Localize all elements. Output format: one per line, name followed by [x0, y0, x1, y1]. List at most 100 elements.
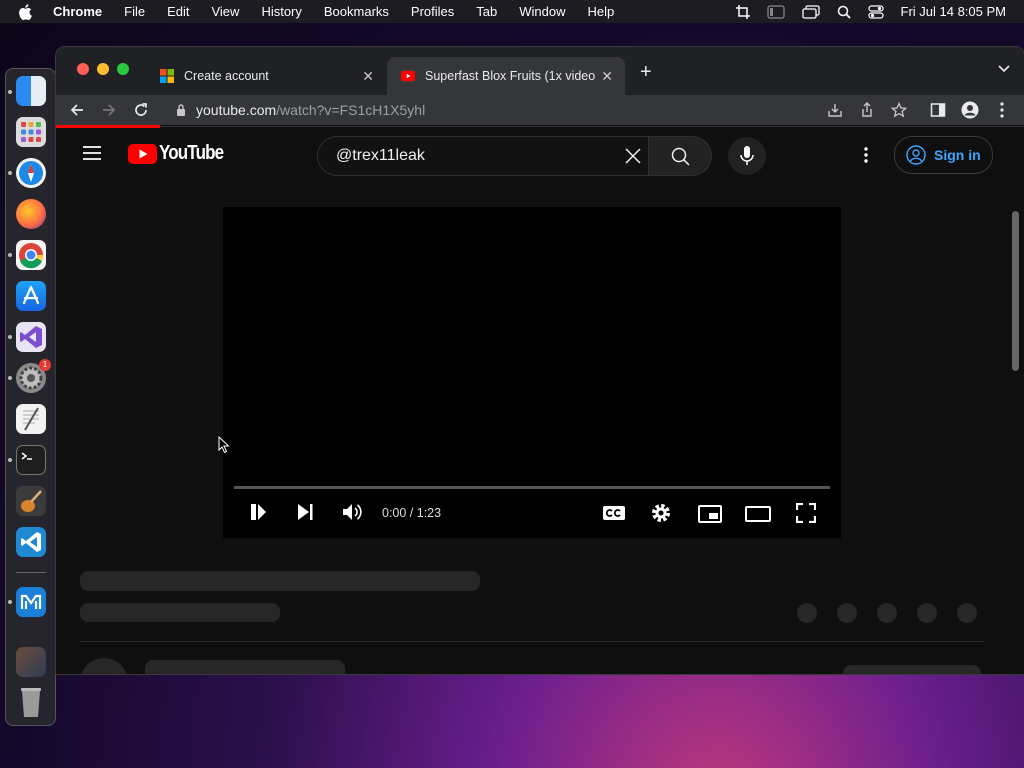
safari-icon[interactable]	[16, 158, 46, 188]
dock-running-indicator	[8, 376, 12, 380]
install-app-icon[interactable]	[827, 102, 843, 118]
hamburger-menu-icon[interactable]	[83, 146, 101, 160]
menu-history[interactable]: History	[261, 4, 301, 19]
title-placeholder	[80, 571, 480, 591]
visual-studio-icon[interactable]	[16, 322, 46, 352]
forward-arrow-icon[interactable]	[101, 102, 117, 118]
control-center-icon[interactable]	[867, 4, 884, 19]
fullscreen-icon[interactable]	[796, 503, 816, 523]
subtitle-placeholder	[80, 603, 280, 622]
firefox-icon[interactable]	[16, 199, 46, 229]
volume-icon[interactable]	[342, 503, 362, 521]
minimize-window-button[interactable]	[97, 63, 109, 75]
crop-icon[interactable]	[735, 4, 750, 19]
finder-icon[interactable]	[16, 76, 46, 106]
side-panel-icon[interactable]	[930, 102, 946, 118]
settings-gear-icon[interactable]	[651, 503, 671, 523]
menu-profiles[interactable]: Profiles	[411, 4, 454, 19]
vscode-icon[interactable]	[16, 527, 46, 557]
search-icon	[671, 147, 690, 166]
next-video-icon[interactable]	[296, 503, 314, 521]
tab-youtube-video[interactable]: Superfast Blox Fruits (1x video ✕	[387, 57, 625, 95]
dock-running-indicator	[8, 335, 12, 339]
maxthon-icon[interactable]	[16, 587, 46, 617]
tab-strip: Create account ✕ Superfast Blox Fruits (…	[56, 47, 1024, 95]
back-arrow-icon[interactable]	[69, 102, 85, 118]
mouse-cursor-icon	[218, 436, 230, 454]
textedit-icon[interactable]	[16, 404, 46, 434]
lock-icon[interactable]	[176, 104, 186, 116]
reload-icon[interactable]	[133, 102, 149, 118]
menu-edit[interactable]: Edit	[167, 4, 189, 19]
address-bar[interactable]: youtube.com/watch?v=FS1cH1X5yhl	[164, 95, 914, 125]
youtube-logo[interactable]: YouTube	[128, 142, 235, 165]
dock: 1	[5, 68, 56, 726]
tab-create-account[interactable]: Create account ✕	[146, 57, 386, 95]
launchpad-icon[interactable]	[16, 117, 46, 147]
notification-badge: 1	[39, 359, 51, 371]
content-divider	[80, 641, 985, 642]
microphone-icon	[740, 146, 754, 165]
theater-mode-icon[interactable]	[745, 506, 771, 522]
dock-running-indicator	[8, 253, 12, 257]
youtube-favicon-icon	[401, 70, 415, 82]
voice-search-button[interactable]	[728, 137, 766, 175]
action-placeholder	[957, 603, 977, 623]
search-button[interactable]	[648, 136, 712, 176]
miniplayer-icon[interactable]	[698, 505, 722, 523]
tab-close-button[interactable]: ✕	[362, 68, 374, 85]
sign-in-label: Sign in	[934, 147, 981, 163]
trash-icon[interactable]	[16, 685, 46, 717]
close-window-button[interactable]	[77, 63, 89, 75]
microsoft-icon	[160, 69, 174, 83]
sign-in-button[interactable]: Sign in	[894, 136, 993, 174]
menu-app-name[interactable]: Chrome	[53, 4, 102, 19]
menu-bar: Chrome File Edit View History Bookmarks …	[0, 0, 1024, 23]
chrome-icon[interactable]	[16, 240, 46, 270]
apple-icon[interactable]	[18, 3, 32, 20]
menu-window[interactable]: Window	[519, 4, 565, 19]
profile-avatar-icon[interactable]	[961, 101, 979, 119]
menu-bookmarks[interactable]: Bookmarks	[324, 4, 389, 19]
new-tab-button[interactable]: +	[640, 61, 652, 84]
page-scrollbar[interactable]	[1012, 211, 1019, 371]
search-input[interactable]	[334, 146, 608, 166]
terminal-icon[interactable]	[16, 445, 46, 475]
garageband-icon[interactable]	[16, 486, 46, 516]
tab-close-button[interactable]: ✕	[601, 68, 613, 85]
screen-mirror-icon[interactable]	[766, 4, 785, 19]
menu-tab[interactable]: Tab	[476, 4, 497, 19]
browser-toolbar: youtube.com/watch?v=FS1cH1X5yhl	[56, 95, 1024, 125]
app-store-icon[interactable]	[16, 281, 46, 311]
search-container	[317, 136, 648, 176]
bookmark-star-icon[interactable]	[891, 102, 907, 118]
video-time: 0:00 / 1:23	[382, 506, 442, 520]
chevron-down-icon[interactable]	[998, 65, 1010, 73]
display-icon[interactable]	[801, 4, 820, 19]
channel-placeholder	[145, 660, 345, 674]
video-progress-bar[interactable]	[234, 486, 830, 489]
dock-separator	[16, 572, 46, 573]
closed-captions-icon[interactable]	[602, 505, 626, 521]
video-player[interactable]: 0:00 / 1:23	[223, 207, 841, 538]
menu-file[interactable]: File	[124, 4, 145, 19]
spotlight-search-icon[interactable]	[837, 5, 851, 19]
play-pause-icon[interactable]	[249, 503, 267, 521]
action-placeholder	[917, 603, 937, 623]
menubar-clock[interactable]: Fri Jul 14 8:05 PM	[901, 4, 1007, 19]
toolbar-divider	[160, 126, 1024, 127]
tab-title: Create account	[184, 69, 269, 83]
dock-running-indicator	[8, 90, 12, 94]
settings-more-icon[interactable]	[864, 147, 868, 163]
zoom-window-button[interactable]	[117, 63, 129, 75]
url-text: youtube.com/watch?v=FS1cH1X5yhl	[196, 102, 426, 118]
account-circle-icon	[906, 145, 926, 165]
action-placeholder	[797, 603, 817, 623]
menu-help[interactable]: Help	[588, 4, 615, 19]
clear-search-icon[interactable]	[624, 147, 642, 165]
share-icon[interactable]	[859, 102, 875, 118]
downloads-stack-icon[interactable]	[16, 647, 46, 677]
more-vert-icon[interactable]	[1000, 102, 1004, 118]
menu-view[interactable]: View	[211, 4, 239, 19]
youtube-logo-icon	[128, 143, 157, 164]
